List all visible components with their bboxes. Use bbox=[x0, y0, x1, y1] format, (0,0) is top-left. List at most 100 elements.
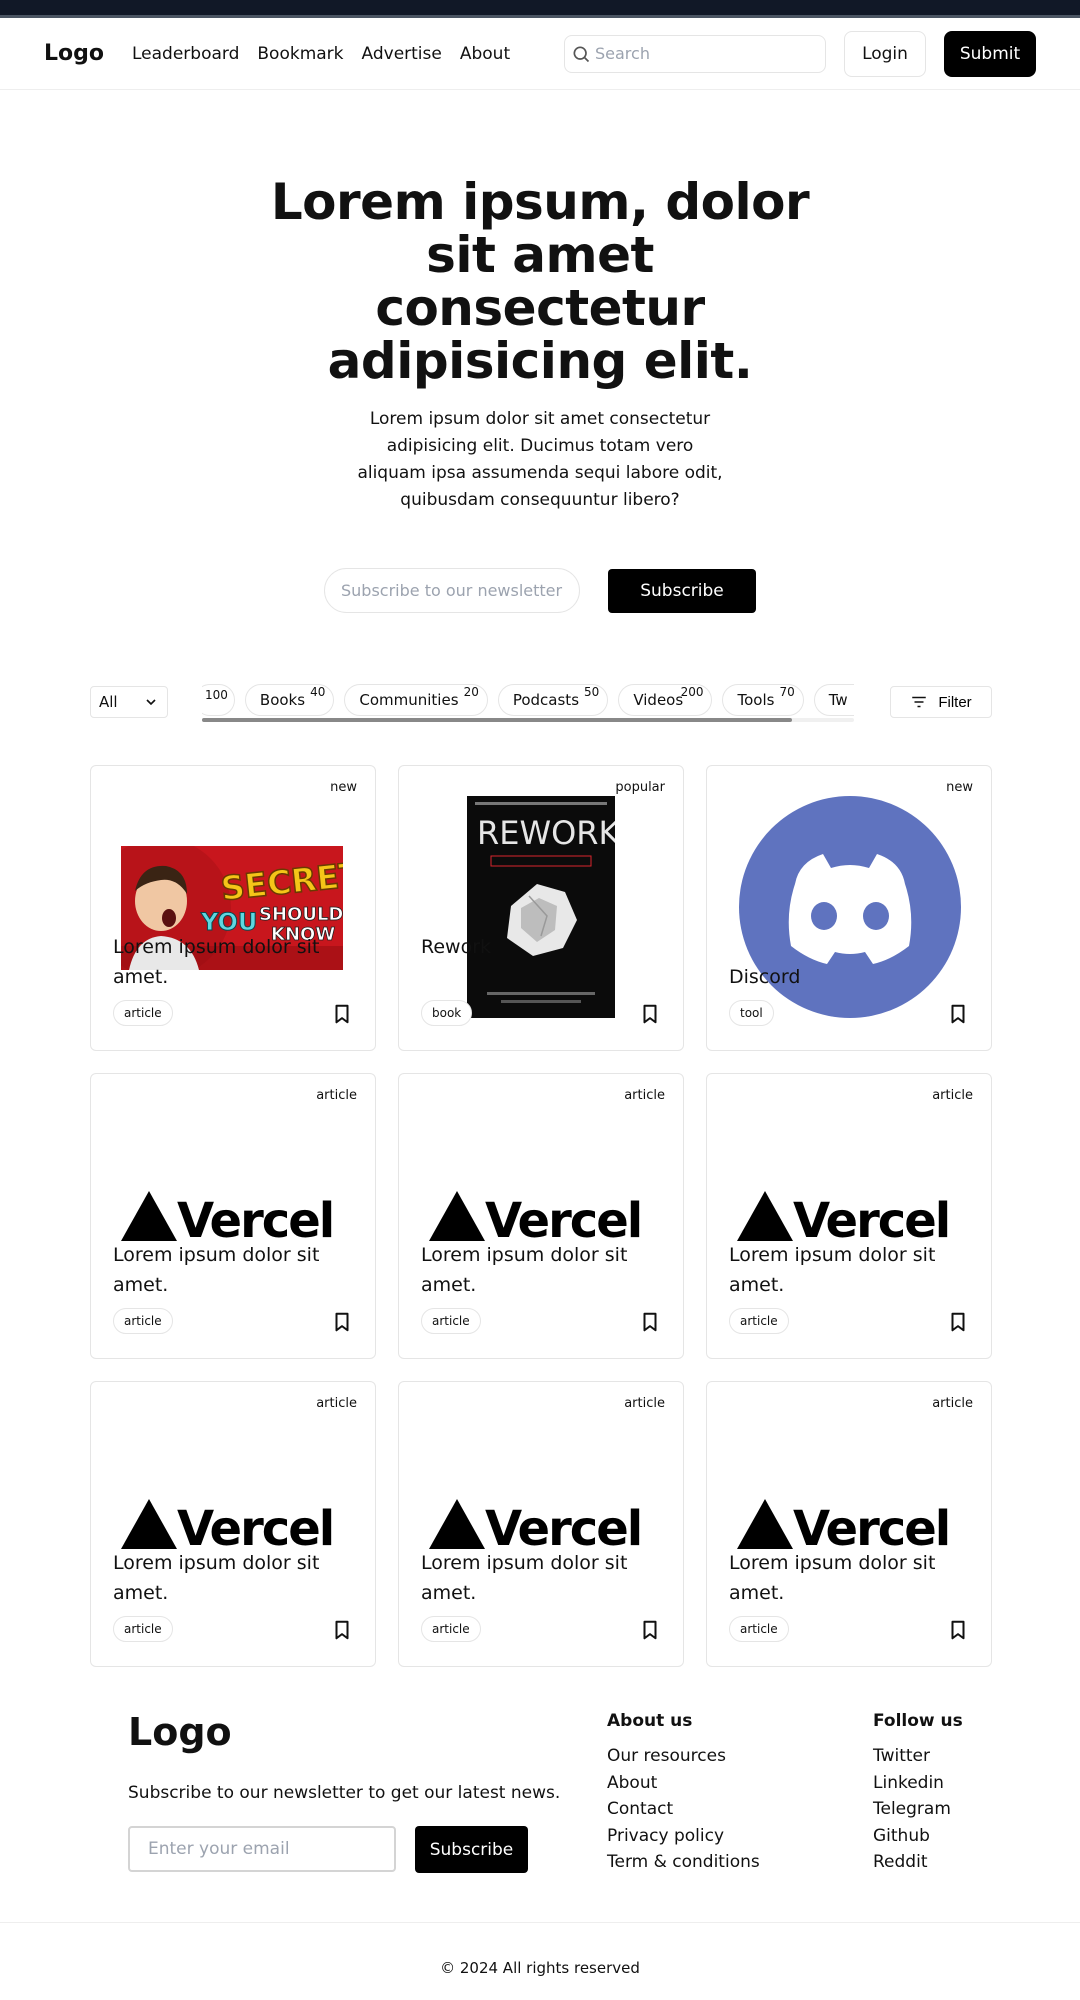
filter-icon bbox=[912, 696, 927, 708]
nav-advertise[interactable]: Advertise bbox=[362, 44, 442, 64]
card-status-tag: article bbox=[624, 1396, 665, 1411]
card-status-tag: new bbox=[946, 780, 973, 795]
vercel-logo: Vercel bbox=[737, 1191, 951, 1243]
footer-link-contact[interactable]: Contact bbox=[607, 1796, 760, 1823]
vercel-logo: Vercel bbox=[737, 1499, 951, 1551]
footer-link-linkedin[interactable]: Linkedin bbox=[873, 1770, 963, 1797]
card-type-badge: article bbox=[113, 1000, 173, 1026]
card-status-tag: article bbox=[932, 1088, 973, 1103]
hero-subtitle: Lorem ipsum dolor sit amet consectetur a… bbox=[357, 409, 723, 510]
resource-card[interactable]: article Vercel Lorem ipsum dolor sit ame… bbox=[706, 1381, 992, 1667]
vercel-logo: Vercel bbox=[429, 1191, 643, 1243]
footer-link-twitter[interactable]: Twitter bbox=[873, 1743, 963, 1770]
card-title: Lorem ipsum dolor sit amet. bbox=[113, 1244, 320, 1296]
nav-leaderboard[interactable]: Leaderboard bbox=[132, 44, 239, 64]
footer-divider bbox=[0, 1922, 1080, 1923]
footer-link-our-resources[interactable]: Our resources bbox=[607, 1743, 760, 1770]
footer-link-about[interactable]: About bbox=[607, 1770, 760, 1797]
chips-scrollbar[interactable] bbox=[202, 718, 854, 722]
svg-text:Vercel: Vercel bbox=[177, 1193, 333, 1243]
card-type-badge: tool bbox=[729, 1000, 774, 1026]
card-title: Lorem ipsum dolor sit amet. bbox=[113, 1552, 320, 1604]
svg-text:Vercel: Vercel bbox=[177, 1501, 333, 1551]
card-type-badge: article bbox=[113, 1616, 173, 1642]
footer-link-telegram[interactable]: Telegram bbox=[873, 1796, 963, 1823]
footer-link-github[interactable]: Github bbox=[873, 1823, 963, 1850]
search-input[interactable] bbox=[595, 44, 815, 63]
bookmark-icon[interactable] bbox=[947, 1311, 969, 1333]
chip-communities[interactable]: Communities 20 bbox=[344, 684, 488, 716]
subscribe-button[interactable]: Subscribe bbox=[608, 568, 756, 613]
submit-button[interactable]: Submit bbox=[944, 30, 1036, 77]
footer-subscribe-button[interactable]: Subscribe bbox=[415, 1826, 528, 1873]
category-chips: 100 Books 40 Communities 20 Podcasts 50 … bbox=[202, 682, 854, 722]
card-status-tag: article bbox=[932, 1396, 973, 1411]
card-status-tag: article bbox=[624, 1088, 665, 1103]
bookmark-icon[interactable] bbox=[639, 1003, 661, 1025]
card-status-tag: article bbox=[316, 1088, 357, 1103]
resource-card[interactable]: article Vercel Lorem ipsum dolor sit ame… bbox=[398, 1381, 684, 1667]
resource-card[interactable]: new SECRETS YOU SHOULD KNOW Lorem ipsum … bbox=[90, 765, 376, 1051]
filter-button[interactable]: Filter bbox=[890, 686, 992, 718]
card-title: Lorem ipsum dolor sit amet. bbox=[729, 1552, 936, 1604]
resource-card[interactable]: popular REWORK Rework book bbox=[398, 765, 684, 1051]
hero-title: Lorem ipsum, dolor sit amet consectetur … bbox=[270, 173, 810, 390]
footer-logo[interactable]: Logo bbox=[128, 1710, 232, 1754]
svg-text:Vercel: Vercel bbox=[793, 1501, 949, 1551]
footer-link-privacy-policy[interactable]: Privacy policy bbox=[607, 1823, 760, 1850]
footer-link-terms[interactable]: Term & conditions bbox=[607, 1849, 760, 1876]
nav-bookmark[interactable]: Bookmark bbox=[257, 44, 343, 64]
bookmark-icon[interactable] bbox=[639, 1619, 661, 1641]
footer-email-input[interactable] bbox=[128, 1826, 396, 1872]
card-status-tag: new bbox=[330, 780, 357, 795]
chip-books[interactable]: Books 40 bbox=[244, 684, 335, 716]
svg-text:Vercel: Vercel bbox=[485, 1193, 641, 1243]
filter-label: Filter bbox=[938, 693, 972, 711]
resource-card[interactable]: article Vercel Lorem ipsum dolor sit ame… bbox=[398, 1073, 684, 1359]
search-icon bbox=[573, 46, 590, 62]
footer-link-reddit[interactable]: Reddit bbox=[873, 1849, 963, 1876]
filter-bar: All 100 Books 40 Communities 20 Podcasts… bbox=[90, 682, 992, 722]
newsletter-input[interactable] bbox=[324, 568, 580, 613]
svg-text:Vercel: Vercel bbox=[485, 1501, 641, 1551]
bookmark-icon[interactable] bbox=[331, 1003, 353, 1025]
resource-card[interactable]: new Discord tool bbox=[706, 765, 992, 1051]
card-title: Discord bbox=[729, 966, 801, 988]
main-nav: Leaderboard Bookmark Advertise About bbox=[132, 44, 528, 64]
resource-grid: new SECRETS YOU SHOULD KNOW Lorem ipsum … bbox=[90, 765, 992, 1667]
svg-text:Vercel: Vercel bbox=[793, 1193, 949, 1243]
card-title: Rework bbox=[421, 936, 492, 958]
svg-text:SHOULD: SHOULD bbox=[259, 904, 343, 925]
chip-tools[interactable]: Tools 70 bbox=[722, 684, 804, 716]
bookmark-icon[interactable] bbox=[947, 1619, 969, 1641]
resource-card[interactable]: article Vercel Lorem ipsum dolor sit ame… bbox=[90, 1381, 376, 1667]
login-button[interactable]: Login bbox=[844, 30, 926, 77]
copyright-text: © 2024 All rights reserved bbox=[440, 1959, 640, 1977]
bookmark-icon[interactable] bbox=[331, 1619, 353, 1641]
footer-follow-heading: Follow us bbox=[873, 1711, 963, 1731]
card-type-badge: article bbox=[421, 1308, 481, 1334]
resource-card[interactable]: article Vercel Lorem ipsum dolor sit ame… bbox=[706, 1073, 992, 1359]
resource-card[interactable]: article Vercel Lorem ipsum dolor sit ame… bbox=[90, 1073, 376, 1359]
card-type-badge: article bbox=[729, 1308, 789, 1334]
site-header: Logo Leaderboard Bookmark Advertise Abou… bbox=[0, 18, 1080, 90]
card-type-badge: book bbox=[421, 1000, 473, 1026]
nav-about[interactable]: About bbox=[460, 44, 510, 64]
vercel-logo: Vercel bbox=[429, 1499, 643, 1551]
chip-podcasts[interactable]: Podcasts 50 bbox=[497, 684, 609, 716]
chips-scrollbar-thumb[interactable] bbox=[202, 718, 792, 722]
chip-twitter[interactable]: Tw bbox=[813, 684, 854, 716]
chip-all-count[interactable]: 100 bbox=[202, 684, 235, 716]
bookmark-icon[interactable] bbox=[639, 1311, 661, 1333]
category-select[interactable]: All bbox=[90, 686, 168, 718]
card-type-badge: article bbox=[113, 1308, 173, 1334]
hero-newsletter: Subscribe bbox=[0, 568, 1080, 613]
footer-about-column: About us Our resources About Contact Pri… bbox=[607, 1711, 760, 1876]
card-status-tag: popular bbox=[615, 780, 665, 795]
chip-videos[interactable]: Videos 200 bbox=[618, 684, 713, 716]
category-select-value: All bbox=[99, 693, 118, 711]
bookmark-icon[interactable] bbox=[331, 1311, 353, 1333]
search-box[interactable] bbox=[564, 34, 826, 73]
bookmark-icon[interactable] bbox=[947, 1003, 969, 1025]
site-logo[interactable]: Logo bbox=[44, 41, 104, 66]
